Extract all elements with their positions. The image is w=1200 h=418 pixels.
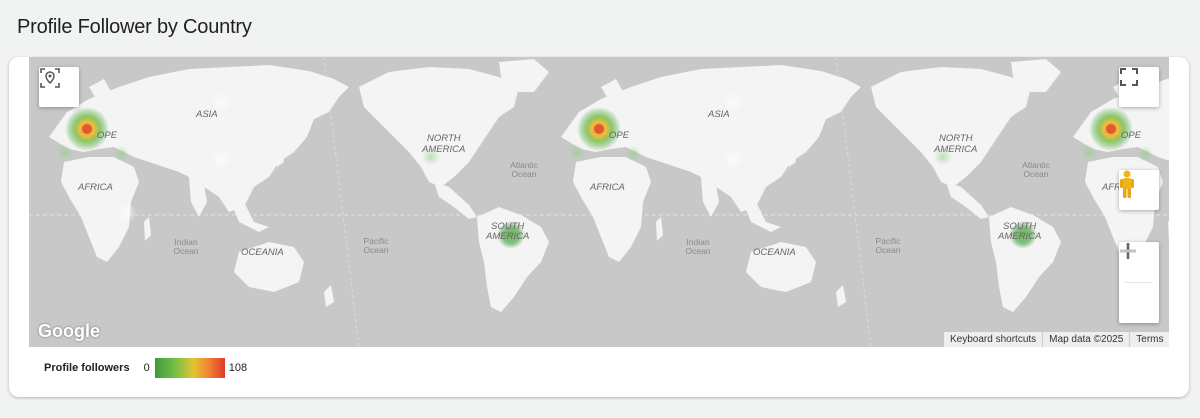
label-pacific-ocean-2b: Ocean — [875, 245, 900, 255]
fullscreen-button[interactable] — [1119, 67, 1159, 107]
legend-max: 108 — [228, 362, 248, 374]
map-canvas: ASIA ASIA OPE OPE OPE AFRICA AFRICA AFR … — [29, 57, 1169, 347]
label-africa-2: AFRICA — [589, 182, 625, 193]
label-oceania-2: OCEANIA — [753, 247, 796, 258]
color-legend: Profile followers 0 108 — [44, 358, 247, 378]
world-map[interactable]: ASIA ASIA OPE OPE OPE AFRICA AFRICA AFR … — [29, 57, 1169, 347]
label-asia-2: ASIA — [707, 109, 730, 120]
terms-link[interactable]: Terms — [1129, 332, 1169, 347]
street-view-button[interactable] — [1119, 170, 1159, 210]
map-data-text: Map data ©2025 — [1042, 332, 1129, 347]
legend-gradient-bar — [154, 358, 225, 378]
label-north-america-2: NORTH — [939, 133, 973, 144]
zoom-out-button[interactable] — [1119, 249, 1159, 323]
label-africa: AFRICA — [77, 182, 113, 193]
google-logo[interactable]: Google — [38, 321, 100, 342]
label-north-america-b: AMERICA — [421, 144, 465, 155]
label-south-america-2b: AMERICA — [997, 231, 1041, 242]
map-attribution: Keyboard shortcuts Map data ©2025 Terms — [944, 332, 1169, 347]
label-asia: ASIA — [195, 109, 218, 120]
label-oceania: OCEANIA — [241, 247, 284, 258]
label-europe-3: OPE — [1121, 130, 1142, 141]
locate-icon — [40, 68, 60, 88]
pegman-icon — [1120, 170, 1134, 198]
fullscreen-icon — [1120, 68, 1138, 86]
label-indian-ocean-2b: Ocean — [685, 246, 710, 256]
page-title: Profile Follower by Country — [17, 16, 252, 38]
label-europe: OPE — [97, 130, 118, 141]
locate-button[interactable] — [39, 67, 79, 107]
label-north-america-2b: AMERICA — [933, 144, 977, 155]
label-atlantic-ocean-b: Ocean — [511, 169, 536, 179]
label-south-america-b: AMERICA — [485, 231, 529, 242]
label-indian-ocean-b: Ocean — [173, 246, 198, 256]
minus-icon — [1120, 249, 1136, 253]
label-atlantic-ocean-2b: Ocean — [1023, 169, 1048, 179]
label-pacific-ocean-b: Ocean — [363, 245, 388, 255]
label-north-america: NORTH — [427, 133, 461, 144]
legend-title: Profile followers — [44, 362, 130, 374]
label-europe-2: OPE — [609, 130, 630, 141]
legend-min: 0 — [143, 362, 150, 374]
keyboard-shortcuts-link[interactable]: Keyboard shortcuts — [944, 332, 1042, 347]
zoom-control — [1119, 242, 1159, 323]
map-card: ASIA ASIA OPE OPE OPE AFRICA AFRICA AFR … — [9, 57, 1189, 397]
